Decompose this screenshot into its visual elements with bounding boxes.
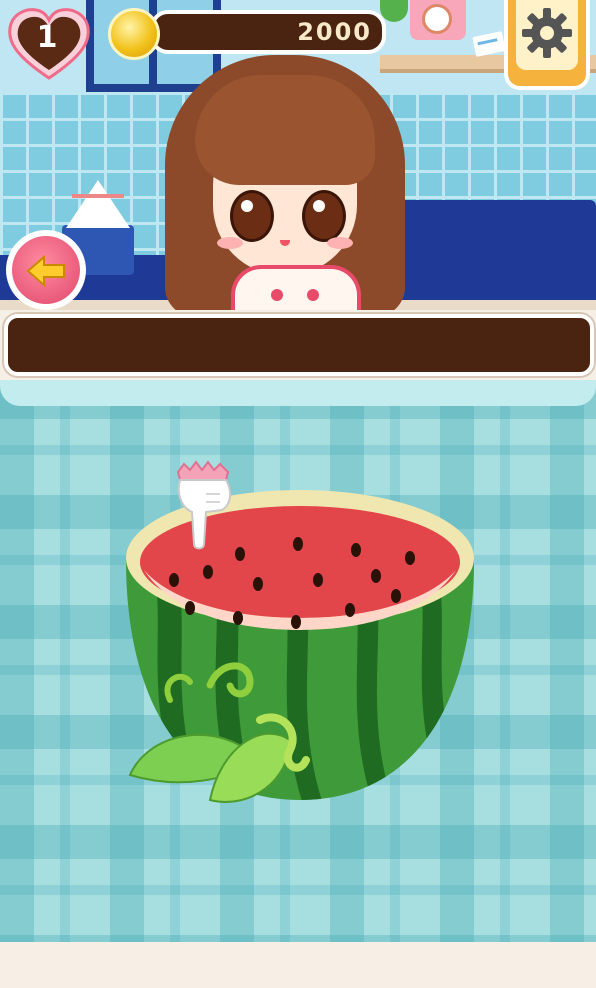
progress-area — [0, 310, 596, 380]
back-button[interactable] — [6, 230, 86, 310]
girl-right-eye — [302, 190, 346, 242]
girl-blush-left — [217, 237, 243, 249]
table-edge — [0, 380, 596, 406]
pointing-hand-icon — [176, 460, 232, 550]
back-arrow-icon — [26, 254, 65, 288]
settings-button[interactable] — [504, 0, 590, 90]
kitchen-scale-icon — [410, 0, 466, 40]
girl-blush-right — [327, 237, 353, 249]
gear-icon — [522, 8, 572, 58]
lives-count: 1 — [36, 20, 58, 55]
back-button-face — [12, 236, 80, 304]
settings-panel — [516, 0, 578, 70]
progress-bar — [4, 314, 594, 376]
shirt-button — [271, 289, 283, 301]
girl-left-eye — [230, 190, 274, 242]
coin-count: 2000 — [297, 18, 372, 46]
shirt-button — [307, 289, 319, 301]
napkins — [66, 180, 130, 228]
watermelon-bowl-icon[interactable] — [110, 470, 490, 830]
floor — [0, 942, 596, 988]
girl-bangs — [195, 75, 375, 185]
customer-girl — [165, 55, 405, 321]
